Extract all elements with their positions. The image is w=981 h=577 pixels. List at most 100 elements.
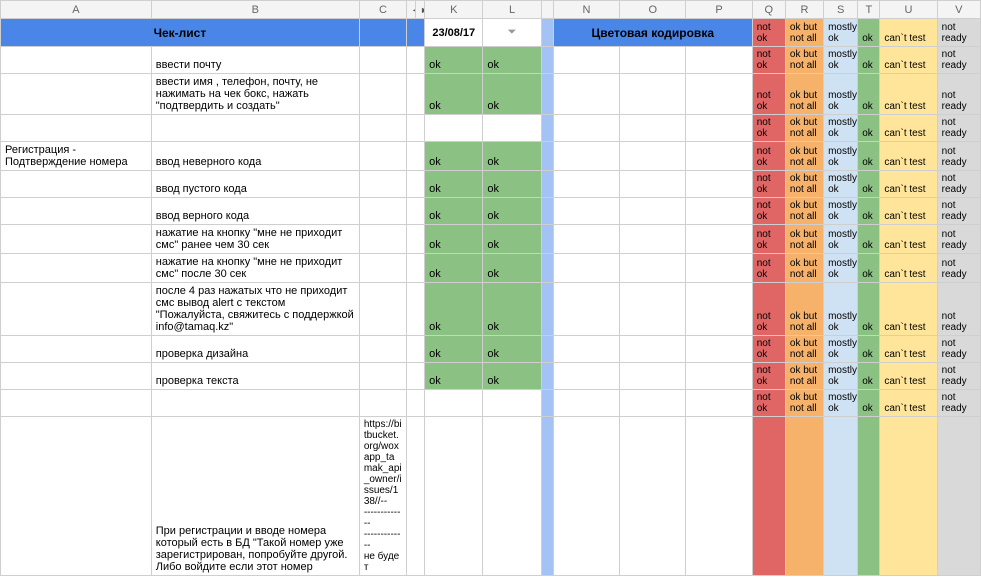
cell-not-ready[interactable]: not ready xyxy=(937,390,980,417)
cell-m[interactable] xyxy=(541,417,553,576)
cell-not-ready[interactable]: not ready xyxy=(937,198,980,225)
filter-icon[interactable]: ⏷ xyxy=(483,19,541,47)
cell-l[interactable] xyxy=(483,115,541,142)
cell-o[interactable] xyxy=(620,336,686,363)
cell-c[interactable] xyxy=(359,390,406,417)
cell-n[interactable] xyxy=(553,74,619,115)
cell-cant-test[interactable]: can`t test xyxy=(880,171,937,198)
cell-ok[interactable]: ok xyxy=(858,336,880,363)
col-header-l[interactable]: L xyxy=(483,1,541,19)
cell-ok-but-not-all[interactable]: ok but not all xyxy=(785,363,823,390)
cell-j[interactable] xyxy=(407,283,425,336)
cell-l[interactable]: ok xyxy=(483,254,541,283)
cell-j[interactable] xyxy=(407,74,425,115)
cell-a[interactable] xyxy=(1,74,152,115)
cell-ok-but-not-all[interactable]: ok but not all xyxy=(785,254,823,283)
cell-l[interactable]: ok xyxy=(483,74,541,115)
cell-p[interactable] xyxy=(686,283,752,336)
cell-n[interactable] xyxy=(553,171,619,198)
cell-b[interactable]: ввод пустого кода xyxy=(151,171,359,198)
cell-cant-test[interactable]: can`t test xyxy=(880,363,937,390)
cell-a[interactable]: Регистрация - Подтверждение номера xyxy=(1,142,152,171)
cell-mostly-ok[interactable]: mostly ok xyxy=(824,171,858,198)
cell-mostly-ok[interactable]: mostly ok xyxy=(824,142,858,171)
cell-m[interactable] xyxy=(541,198,553,225)
cell-n[interactable] xyxy=(553,336,619,363)
cell-mostly-ok[interactable]: mostly ok xyxy=(824,336,858,363)
cell-k[interactable] xyxy=(425,390,483,417)
cell-not-ready[interactable]: not ready xyxy=(937,74,980,115)
spreadsheet-grid[interactable]: A B C ◄ ► K L N O P Q R S T U V Чек-лист… xyxy=(0,0,981,576)
cell-mostly-ok[interactable]: mostly ok xyxy=(824,47,858,74)
cell-j[interactable] xyxy=(407,363,425,390)
cell-ok[interactable]: ok xyxy=(858,198,880,225)
cell-ok-but-not-all[interactable] xyxy=(785,417,823,576)
cell-cant-test[interactable]: can`t test xyxy=(880,283,937,336)
cell-l[interactable]: ok xyxy=(483,225,541,254)
cell-n[interactable] xyxy=(553,115,619,142)
cell-j[interactable] xyxy=(407,254,425,283)
cell-j[interactable] xyxy=(407,142,425,171)
cell-c[interactable] xyxy=(359,225,406,254)
cell-not-ok[interactable]: not ok xyxy=(752,142,785,171)
cell-n[interactable] xyxy=(553,142,619,171)
cell-j[interactable] xyxy=(407,390,425,417)
cell-l[interactable]: ok xyxy=(483,142,541,171)
cell-l[interactable]: ok xyxy=(483,47,541,74)
cell-j[interactable] xyxy=(407,198,425,225)
cell-c[interactable] xyxy=(359,74,406,115)
cell-a[interactable] xyxy=(1,336,152,363)
cell-ok-but-not-all[interactable]: ok but not all xyxy=(785,390,823,417)
cell-p[interactable] xyxy=(686,142,752,171)
cell-k[interactable]: ok xyxy=(425,198,483,225)
cell-b[interactable]: проверка текста xyxy=(151,363,359,390)
cell-cant-test[interactable]: can`t test xyxy=(880,142,937,171)
col-header-k[interactable]: K xyxy=(425,1,483,19)
cell-p[interactable] xyxy=(686,254,752,283)
cell-c[interactable] xyxy=(359,336,406,363)
cell-o[interactable] xyxy=(620,142,686,171)
cell-l[interactable]: ok xyxy=(483,198,541,225)
cell-ok[interactable]: ok xyxy=(858,283,880,336)
col-header-a[interactable]: A xyxy=(1,1,152,19)
cell-l[interactable]: ok xyxy=(483,171,541,198)
cell-k[interactable]: ok xyxy=(425,47,483,74)
cell-o[interactable] xyxy=(620,254,686,283)
cell-ok-but-not-all[interactable]: ok but not all xyxy=(785,171,823,198)
cell-not-ok[interactable] xyxy=(752,417,785,576)
cell-cant-test[interactable]: can`t test xyxy=(880,198,937,225)
cell-cant-test[interactable] xyxy=(880,417,937,576)
cell-not-ready[interactable]: not ready xyxy=(937,363,980,390)
cell-m[interactable] xyxy=(541,74,553,115)
cell-n[interactable] xyxy=(553,390,619,417)
col-header-r[interactable]: R xyxy=(785,1,823,19)
cell-cant-test[interactable]: can`t test xyxy=(880,47,937,74)
cell-not-ok[interactable]: not ok xyxy=(752,363,785,390)
cell-not-ok[interactable]: not ok xyxy=(752,198,785,225)
cell-p[interactable] xyxy=(686,47,752,74)
cell-not-ok[interactable]: not ok xyxy=(752,283,785,336)
cell-j[interactable] xyxy=(407,336,425,363)
cell-m[interactable] xyxy=(541,283,553,336)
cell-mostly-ok[interactable]: mostly ok xyxy=(824,115,858,142)
cell-not-ready[interactable]: not ready xyxy=(937,283,980,336)
cell-ok-but-not-all[interactable]: ok but not all xyxy=(785,283,823,336)
cell-c[interactable] xyxy=(359,283,406,336)
cell-not-ok[interactable]: not ok xyxy=(752,74,785,115)
cell-not-ok[interactable]: not ok xyxy=(752,254,785,283)
cell-n[interactable] xyxy=(553,363,619,390)
cell-b[interactable]: ввод неверного кода xyxy=(151,142,359,171)
cell-j[interactable] xyxy=(407,47,425,74)
cell-cant-test[interactable]: can`t test xyxy=(880,254,937,283)
cell-b[interactable]: ввод верного кода xyxy=(151,198,359,225)
cell-c[interactable] xyxy=(359,142,406,171)
cell-l[interactable] xyxy=(483,417,541,576)
cell-not-ok[interactable]: not ok xyxy=(752,336,785,363)
cell-not-ready[interactable]: not ready xyxy=(937,142,980,171)
cell-k[interactable] xyxy=(425,417,483,576)
cell-ok-but-not-all[interactable]: ok but not all xyxy=(785,198,823,225)
cell-o[interactable] xyxy=(620,47,686,74)
cell-n[interactable] xyxy=(553,198,619,225)
cell-ok-but-not-all[interactable]: ok but not all xyxy=(785,225,823,254)
cell-b[interactable]: проверка дизайна xyxy=(151,336,359,363)
